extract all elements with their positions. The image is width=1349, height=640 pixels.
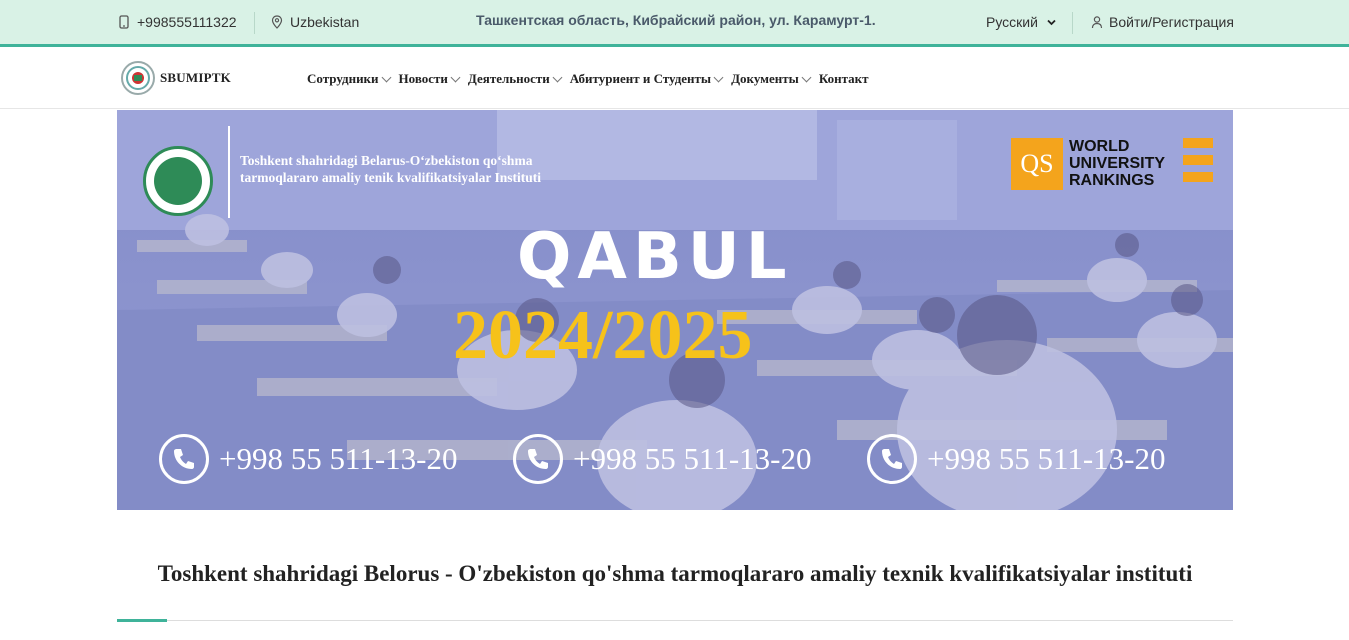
mobile-phone-icon (119, 15, 129, 29)
heading-divider (117, 620, 1233, 621)
nav-item-news[interactable]: Новости (398, 71, 461, 87)
nav-item-applicants-students[interactable]: Абитуриент и Студенты (569, 71, 724, 87)
institute-emblem-icon (143, 146, 213, 216)
map-pin-icon (271, 15, 283, 29)
site-logo[interactable]: SBUMIPTK (121, 61, 231, 95)
language-selector-label: Русский (986, 14, 1038, 30)
login-register-label: Войти/Регистрация (1109, 14, 1234, 30)
main-menu: Сотрудники Новости Деятельности Абитурие… (307, 71, 878, 87)
nav-item-label: Документы (731, 71, 799, 86)
banner-phone-number: +998 55 511-13-20 (573, 441, 812, 476)
topbar-phone-text: +998555111322 (137, 14, 237, 30)
logo-text: SBUMIPTK (160, 70, 231, 85)
chevron-down-icon (450, 72, 461, 82)
qs-text-rankings: RANKINGS (1069, 172, 1155, 189)
qs-rankings-text: WORLD UNIVERSITY RANKINGS (1069, 138, 1165, 189)
phone-icon (867, 434, 917, 484)
phone-icon (159, 434, 209, 484)
institute-name: Toshkent shahridagi Belarus-O‘zbekiston … (240, 153, 542, 185)
heading-accent-bar (117, 619, 167, 622)
banner-phone-number: +998 55 511-13-20 (927, 441, 1166, 476)
banner-year: 2024/2025 (453, 297, 753, 374)
nav-item-label: Абитуриент и Студенты (569, 71, 712, 86)
login-register-link[interactable]: Войти/Регистрация (1090, 14, 1234, 30)
admission-banner[interactable]: Toshkent shahridagi Belarus-O‘zbekiston … (117, 110, 1233, 510)
nav-item-label: Сотрудники (307, 71, 379, 86)
chevron-down-icon (381, 72, 391, 82)
banner-phone-number: +998 55 511-13-20 (219, 441, 458, 476)
nav-item-label: Новости (398, 71, 448, 86)
banner-title: QABUL (517, 220, 793, 294)
phone-icon (513, 434, 563, 484)
user-icon (1091, 16, 1103, 29)
topbar-country: Uzbekistan (270, 14, 359, 30)
divider (254, 12, 255, 34)
chevron-down-icon (713, 72, 724, 82)
qs-text-world: WORLD (1069, 138, 1130, 155)
nav-item-label: Контакт (818, 71, 869, 86)
qs-logo-icon: QS (1011, 138, 1063, 190)
chevron-down-icon (801, 72, 812, 82)
qs-text-university: UNIVERSITY (1069, 155, 1166, 172)
nav-item-label: Деятельности (467, 71, 550, 86)
main-navbar: SBUMIPTK Сотрудники Новости Деятельности… (0, 47, 1349, 109)
nav-item-documents[interactable]: Документы (731, 71, 812, 87)
divider (1072, 12, 1073, 34)
nav-item-staff[interactable]: Сотрудники (307, 71, 391, 87)
qs-bars-icon (1183, 138, 1213, 190)
page-title: Toshkent shahridagi Belorus - O'zbekisto… (157, 561, 1193, 586)
nav-item-activities[interactable]: Деятельности (467, 71, 563, 87)
banner-phone-2[interactable]: +998 55 511-13-20 (513, 434, 811, 484)
topbar-country-text: Uzbekistan (290, 14, 360, 30)
nav-item-contact[interactable]: Контакт (819, 71, 869, 87)
chevron-down-icon (1047, 19, 1056, 25)
banner-phone-3[interactable]: +998 55 511-13-20 (867, 434, 1165, 484)
topbar-phone[interactable]: +998555111322 (117, 14, 237, 30)
chevron-down-icon (552, 72, 563, 82)
language-selector[interactable]: Русский (986, 14, 1057, 30)
logo-emblem-icon (121, 61, 155, 95)
emblem-divider (228, 126, 230, 218)
top-info-bar: +998555111322 Uzbekistan Ташкентская обл… (0, 0, 1349, 47)
topbar-address: Ташкентская область, Кибрайский район, у… (476, 12, 876, 28)
banner-phone-1[interactable]: +998 55 511-13-20 (159, 434, 457, 484)
